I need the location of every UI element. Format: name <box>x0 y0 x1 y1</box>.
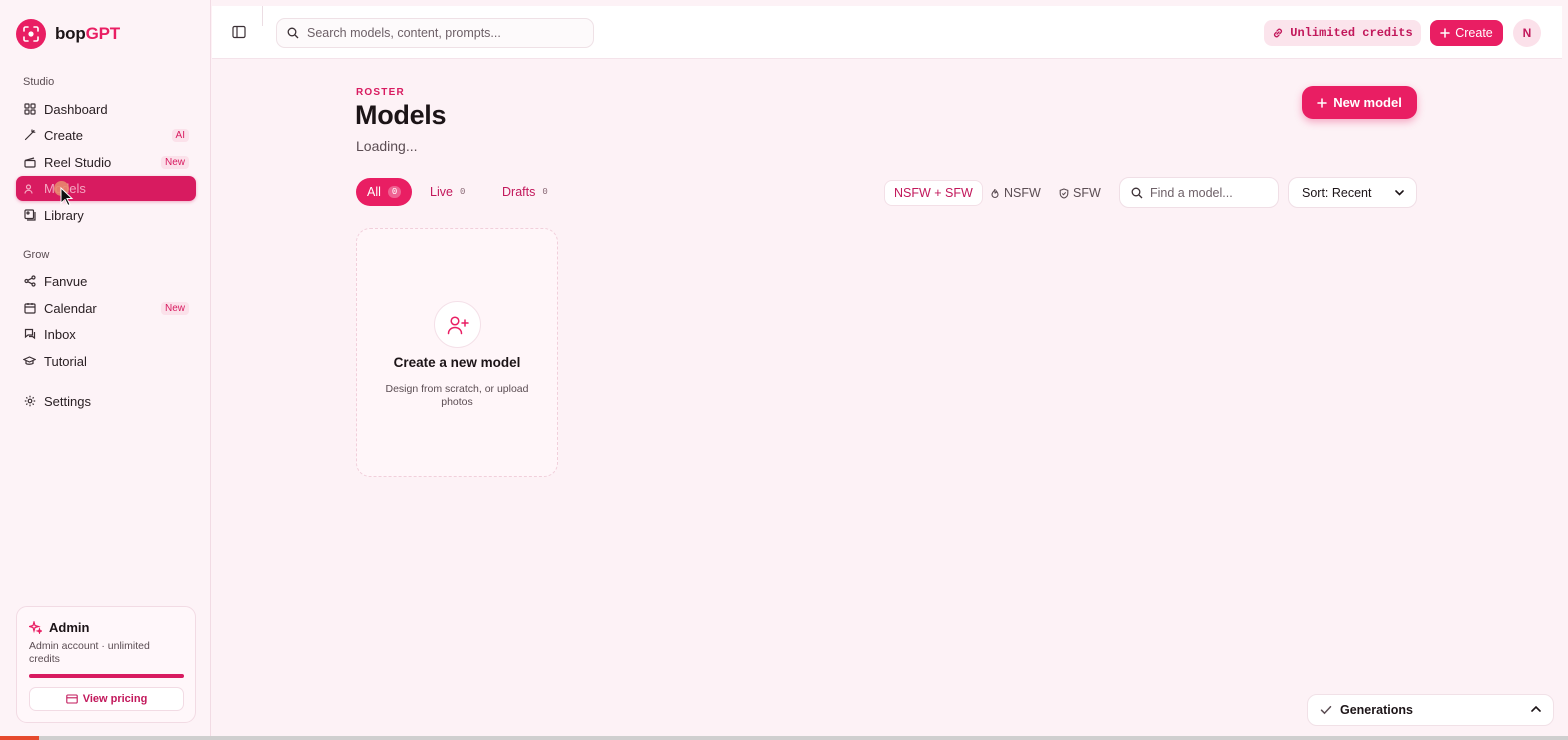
tab-count: 0 <box>542 187 548 197</box>
wand-icon <box>23 129 36 142</box>
filter-sfw[interactable]: SFW <box>1059 180 1101 206</box>
sidebar-item-label: Calendar <box>44 300 97 316</box>
sidebar-item-label: Reel Studio <box>44 154 112 170</box>
chat-icon <box>23 328 36 341</box>
create-card-title: Create a new model <box>393 355 521 370</box>
users-icon <box>23 182 36 195</box>
chevron-up-icon <box>1531 705 1541 712</box>
credits-bar <box>29 674 184 678</box>
sidebar-item-label: Dashboard <box>44 101 108 117</box>
sidebar: bopGPT Studio Dashboard Create AI Reel S… <box>0 0 211 740</box>
sort-select[interactable]: Sort: Recent <box>1288 177 1417 208</box>
calendar-icon <box>23 302 36 315</box>
sidebar-item-tutorial[interactable]: Tutorial <box>16 349 196 373</box>
sort-value: Sort: Recent <box>1302 185 1372 200</box>
create-card-description: Design from scratch, or upload photos <box>385 383 529 408</box>
page-progress-fill <box>0 736 40 740</box>
sidebar-item-settings[interactable]: Settings <box>16 389 196 413</box>
clapper-icon <box>23 156 36 169</box>
page-title: Models <box>355 100 447 130</box>
credits-pill[interactable]: Unlimited credits <box>1264 20 1421 46</box>
page-subtitle: Loading... <box>356 138 418 154</box>
section-label-grow: Grow <box>23 249 50 261</box>
sparkles-icon <box>29 621 42 634</box>
tab-drafts[interactable]: Drafts 0 <box>491 178 559 206</box>
global-search[interactable] <box>276 18 594 48</box>
flame-icon <box>991 188 999 198</box>
card-icon <box>65 694 78 704</box>
sidebar-item-label: Fanvue <box>44 273 88 289</box>
find-model-search[interactable] <box>1119 177 1279 208</box>
mouse-cursor-icon <box>60 187 74 206</box>
check-icon <box>1320 705 1332 715</box>
create-button[interactable]: Create <box>1430 20 1503 46</box>
bopgpt-logo-icon <box>16 19 46 49</box>
graduation-cap-icon <box>23 355 36 368</box>
sidebar-item-models[interactable]: Models <box>16 176 196 201</box>
sidebar-item-reel-studio[interactable]: Reel Studio New <box>16 150 196 174</box>
user-avatar[interactable]: N <box>1513 19 1541 47</box>
admin-title: Admin <box>29 620 89 635</box>
search-icon <box>1131 187 1143 198</box>
sidebar-item-inbox[interactable]: Inbox <box>16 322 196 346</box>
admin-description: Admin account · unlimited credits <box>29 640 150 665</box>
link-icon <box>1274 28 1283 38</box>
tab-all[interactable]: All 0 <box>356 178 413 206</box>
plus-icon <box>1440 28 1450 38</box>
tab-count: 0 <box>387 186 402 198</box>
sidebar-item-calendar[interactable]: Calendar New <box>16 296 196 320</box>
search-icon <box>287 27 299 39</box>
new-model-button[interactable]: New model <box>1302 86 1417 119</box>
tab-live[interactable]: Live 0 <box>419 178 476 206</box>
topbar-divider <box>262 6 263 26</box>
sidebar-item-library[interactable]: Library <box>16 203 196 227</box>
sidebar-item-label: Inbox <box>44 326 76 342</box>
section-label-studio: Studio <box>23 76 55 88</box>
filter-nsfw[interactable]: NSFW <box>990 180 1041 206</box>
images-icon <box>23 209 36 222</box>
find-model-input[interactable] <box>1150 185 1270 200</box>
share-icon <box>23 275 36 288</box>
page-progress-bar <box>0 736 1568 740</box>
new-badge: New <box>160 155 189 169</box>
topbar: Unlimited credits Create N <box>212 6 1562 59</box>
sidebar-item-label: Settings <box>44 393 91 409</box>
sidebar-item-label: Create <box>44 127 84 143</box>
brand[interactable]: bopGPT <box>16 19 120 49</box>
dashboard-icon <box>23 103 36 116</box>
generations-panel[interactable]: Generations <box>1307 694 1554 726</box>
admin-card: Admin Admin account · unlimited credits … <box>16 606 196 723</box>
shield-icon <box>1059 187 1069 199</box>
sidebar-item-label: Library <box>44 207 84 223</box>
create-model-card[interactable]: Create a new model Design from scratch, … <box>356 228 558 477</box>
sidebar-item-fanvue[interactable]: Fanvue <box>16 269 196 293</box>
view-pricing-button[interactable]: View pricing <box>29 687 184 711</box>
sidebar-item-label: Tutorial <box>44 353 87 369</box>
gear-icon <box>23 395 36 408</box>
ai-badge: AI <box>171 128 189 142</box>
search-input[interactable] <box>307 26 577 40</box>
chevron-down-icon <box>1395 189 1404 196</box>
user-plus-icon <box>434 301 481 348</box>
sidebar-item-dashboard[interactable]: Dashboard <box>16 97 196 121</box>
sidebar-toggle-icon[interactable] <box>232 25 246 39</box>
new-badge: New <box>160 301 189 315</box>
sidebar-item-create[interactable]: Create AI <box>16 123 196 147</box>
brand-name: bopGPT <box>55 24 120 43</box>
filter-nsfw-sfw[interactable]: NSFW + SFW <box>884 180 983 206</box>
tab-count: 0 <box>459 187 466 197</box>
page-eyebrow: ROSTER <box>356 87 405 98</box>
plus-icon <box>1317 97 1327 108</box>
